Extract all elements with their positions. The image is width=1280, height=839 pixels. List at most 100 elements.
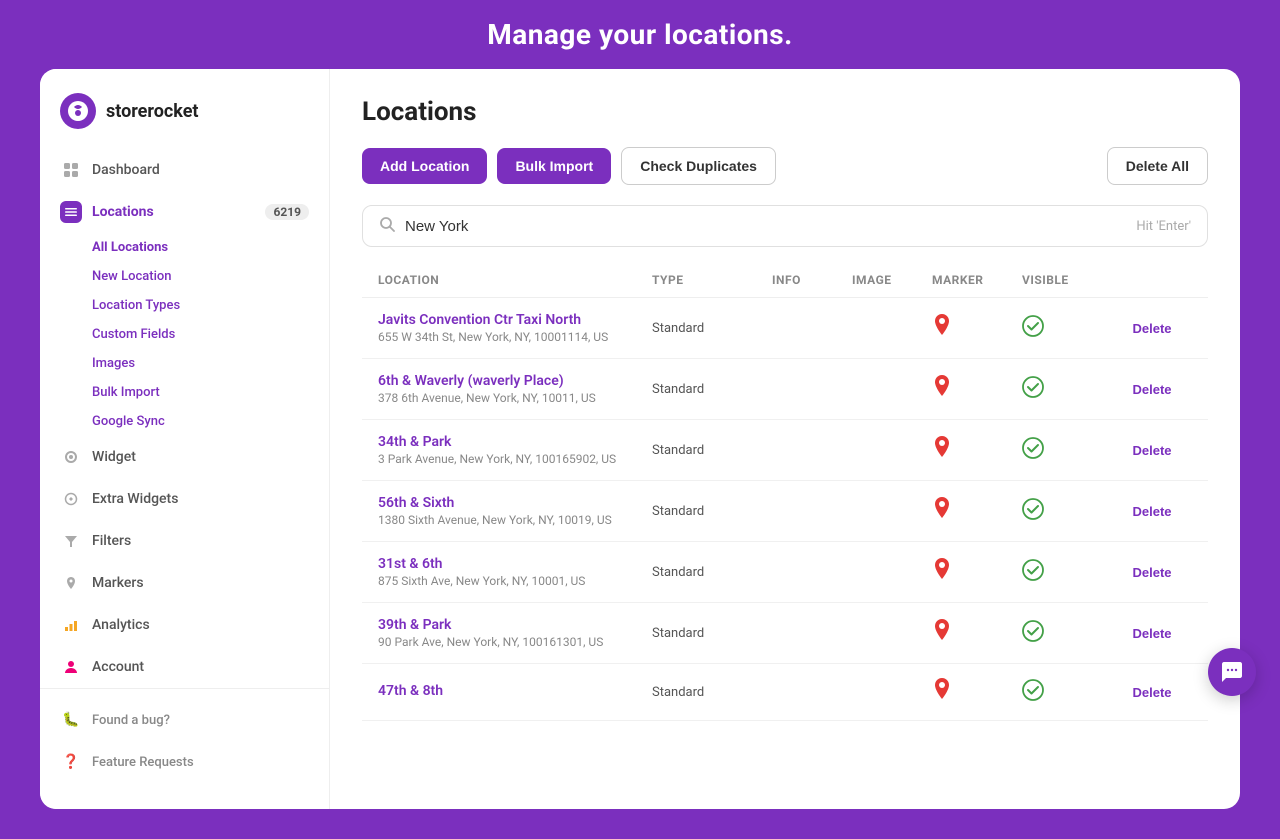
table-row: 31st & 6th 875 Sixth Ave, New York, NY, … bbox=[362, 542, 1208, 603]
location-address: 875 Sixth Ave, New York, NY, 10001, US bbox=[378, 574, 652, 588]
page-title: Locations bbox=[362, 97, 1208, 127]
filters-icon bbox=[60, 530, 82, 552]
account-label: Account bbox=[92, 659, 144, 675]
delete-button[interactable]: Delete bbox=[1112, 321, 1192, 336]
subnav-location-types[interactable]: Location Types bbox=[40, 291, 329, 320]
analytics-label: Analytics bbox=[92, 617, 150, 633]
delete-button[interactable]: Delete bbox=[1112, 685, 1192, 700]
visible-cell bbox=[1022, 679, 1112, 705]
location-type: Standard bbox=[652, 321, 772, 336]
subnav-new-location[interactable]: New Location bbox=[40, 262, 329, 291]
sidebar-item-locations[interactable]: Locations 6219 bbox=[40, 191, 329, 233]
location-type: Standard bbox=[652, 685, 772, 700]
subnav-custom-fields[interactable]: Custom Fields bbox=[40, 320, 329, 349]
bug-label: Found a bug? bbox=[92, 713, 170, 728]
top-banner: Manage your locations. bbox=[0, 0, 1280, 69]
account-icon bbox=[60, 656, 82, 678]
table-header: LOCATION TYPE INFO IMAGE MARKER VISIBLE bbox=[362, 263, 1208, 298]
feature-requests-item[interactable]: ❓ Feature Requests bbox=[40, 741, 329, 783]
marker-cell bbox=[932, 678, 1022, 706]
marker-cell bbox=[932, 314, 1022, 342]
location-name[interactable]: 31st & 6th bbox=[378, 556, 652, 572]
search-input[interactable] bbox=[405, 218, 1136, 235]
main-container: storerocket Dashboard bbox=[40, 69, 1240, 809]
visible-cell bbox=[1022, 437, 1112, 463]
table-rows: Javits Convention Ctr Taxi North 655 W 3… bbox=[362, 298, 1208, 721]
marker-cell bbox=[932, 375, 1022, 403]
location-name[interactable]: 56th & Sixth bbox=[378, 495, 652, 511]
bulk-import-button[interactable]: Bulk Import bbox=[497, 148, 611, 184]
visible-cell bbox=[1022, 620, 1112, 646]
sidebar-item-markers[interactable]: Markers bbox=[40, 562, 329, 604]
visible-cell bbox=[1022, 376, 1112, 402]
location-type: Standard bbox=[652, 382, 772, 397]
table-row: 56th & Sixth 1380 Sixth Avenue, New York… bbox=[362, 481, 1208, 542]
locations-table: LOCATION TYPE INFO IMAGE MARKER VISIBLE … bbox=[362, 263, 1208, 721]
table-row: 47th & 8th Standard Delete bbox=[362, 664, 1208, 721]
sidebar-item-widget[interactable]: Widget bbox=[40, 436, 329, 478]
location-address: 3 Park Avenue, New York, NY, 100165902, … bbox=[378, 452, 652, 466]
bug-icon: 🐛 bbox=[60, 709, 82, 731]
delete-button[interactable]: Delete bbox=[1112, 504, 1192, 519]
col-location: LOCATION bbox=[378, 273, 652, 287]
subnav-images[interactable]: Images bbox=[40, 349, 329, 378]
markers-icon bbox=[60, 572, 82, 594]
delete-button[interactable]: Delete bbox=[1112, 382, 1192, 397]
locations-icon bbox=[60, 201, 82, 223]
visible-cell bbox=[1022, 315, 1112, 341]
found-bug-item[interactable]: 🐛 Found a bug? bbox=[40, 699, 329, 741]
location-address: 90 Park Ave, New York, NY, 100161301, US bbox=[378, 635, 652, 649]
add-location-button[interactable]: Add Location bbox=[362, 148, 487, 184]
location-cell: Javits Convention Ctr Taxi North 655 W 3… bbox=[378, 312, 652, 344]
dashboard-icon bbox=[60, 159, 82, 181]
sidebar-item-extra-widgets[interactable]: Extra Widgets bbox=[40, 478, 329, 520]
search-bar: Hit 'Enter' bbox=[362, 205, 1208, 247]
logo-name: storerocket bbox=[106, 101, 199, 122]
delete-all-button[interactable]: Delete All bbox=[1107, 147, 1208, 185]
locations-label: Locations bbox=[92, 204, 154, 220]
location-type: Standard bbox=[652, 443, 772, 458]
check-duplicates-button[interactable]: Check Duplicates bbox=[621, 147, 776, 185]
subnav-all-locations[interactable]: All Locations bbox=[40, 233, 329, 262]
subnav-google-sync[interactable]: Google Sync bbox=[40, 407, 329, 436]
delete-button[interactable]: Delete bbox=[1112, 565, 1192, 580]
locations-badge: 6219 bbox=[265, 204, 309, 220]
delete-button[interactable]: Delete bbox=[1112, 443, 1192, 458]
location-name[interactable]: 47th & 8th bbox=[378, 683, 652, 699]
subnav-bulk-import[interactable]: Bulk Import bbox=[40, 378, 329, 407]
sidebar-item-dashboard[interactable]: Dashboard bbox=[40, 149, 329, 191]
sidebar-item-filters[interactable]: Filters bbox=[40, 520, 329, 562]
location-address: 378 6th Avenue, New York, NY, 10011, US bbox=[378, 391, 652, 405]
col-visible: VISIBLE bbox=[1022, 273, 1112, 287]
widget-label: Widget bbox=[92, 449, 136, 465]
location-name[interactable]: 34th & Park bbox=[378, 434, 652, 450]
dashboard-label: Dashboard bbox=[92, 162, 160, 178]
location-name[interactable]: 6th & Waverly (waverly Place) bbox=[378, 373, 652, 389]
location-name[interactable]: Javits Convention Ctr Taxi North bbox=[378, 312, 652, 328]
col-info: INFO bbox=[772, 273, 852, 287]
marker-cell bbox=[932, 436, 1022, 464]
sidebar-item-analytics[interactable]: Analytics bbox=[40, 604, 329, 646]
location-type: Standard bbox=[652, 565, 772, 580]
location-cell: 31st & 6th 875 Sixth Ave, New York, NY, … bbox=[378, 556, 652, 588]
location-cell: 6th & Waverly (waverly Place) 378 6th Av… bbox=[378, 373, 652, 405]
extra-widgets-label: Extra Widgets bbox=[92, 491, 178, 507]
location-name[interactable]: 39th & Park bbox=[378, 617, 652, 633]
logo-icon bbox=[60, 93, 96, 129]
chat-button[interactable] bbox=[1208, 648, 1256, 696]
marker-cell bbox=[932, 619, 1022, 647]
table-row: 34th & Park 3 Park Avenue, New York, NY,… bbox=[362, 420, 1208, 481]
sidebar: storerocket Dashboard bbox=[40, 69, 330, 809]
search-hint: Hit 'Enter' bbox=[1136, 219, 1191, 234]
sidebar-bottom: 🐛 Found a bug? ❓ Feature Requests bbox=[40, 688, 329, 793]
analytics-icon bbox=[60, 614, 82, 636]
col-image: IMAGE bbox=[852, 273, 932, 287]
main-content: Locations Add Location Bulk Import Check… bbox=[330, 69, 1240, 809]
col-actions bbox=[1112, 273, 1192, 287]
location-cell: 56th & Sixth 1380 Sixth Avenue, New York… bbox=[378, 495, 652, 527]
location-cell: 47th & 8th bbox=[378, 683, 652, 701]
delete-button[interactable]: Delete bbox=[1112, 626, 1192, 641]
marker-cell bbox=[932, 558, 1022, 586]
locations-subnav: All Locations New Location Location Type… bbox=[40, 233, 329, 436]
sidebar-item-account[interactable]: Account bbox=[40, 646, 329, 688]
